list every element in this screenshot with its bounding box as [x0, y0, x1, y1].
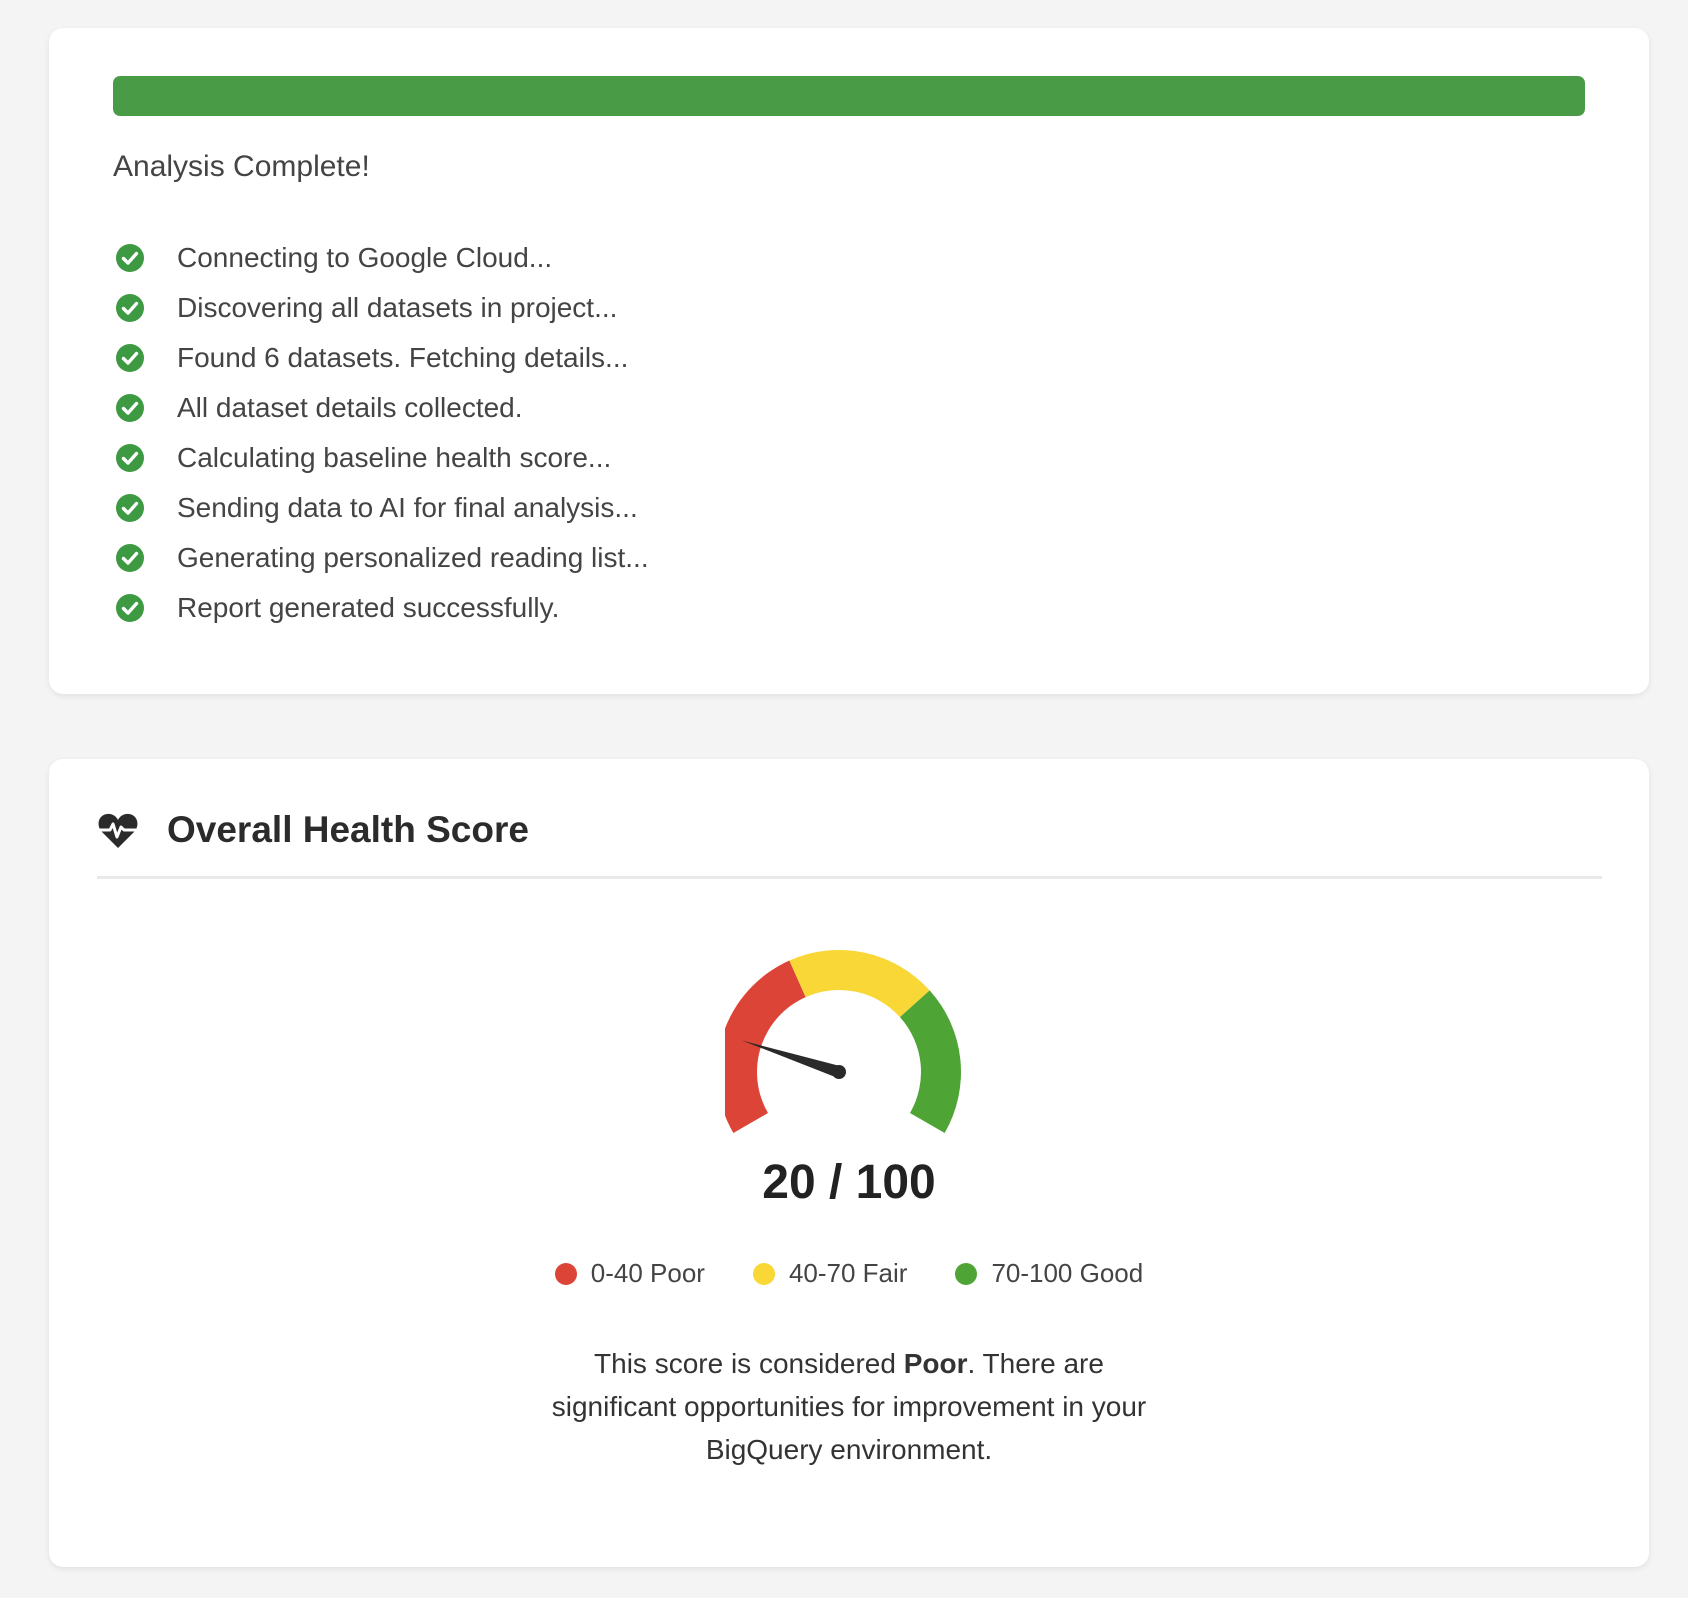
legend-color-dot	[554, 1262, 577, 1285]
legend-color-dot	[752, 1262, 775, 1285]
legend-label: 0-40 Poor	[590, 1258, 705, 1288]
analysis-step: Generating personalized reading list...	[115, 533, 649, 583]
analysis-step: Sending data to AI for final analysis...	[115, 483, 649, 533]
analysis-progress-card: Analysis Complete! Connecting to Google …	[49, 28, 1649, 694]
legend-label: 40-70 Fair	[788, 1258, 908, 1288]
analysis-step: Connecting to Google Cloud...	[115, 233, 649, 283]
health-score-summary: This score is considered Poor. There are…	[549, 1342, 1149, 1471]
analysis-step: Calculating baseline health score...	[115, 433, 649, 483]
check-circle-icon	[116, 594, 144, 622]
gauge-needle-hub	[832, 1065, 846, 1079]
legend-item: 0-40 Poor	[554, 1258, 705, 1289]
legend-item: 40-70 Fair	[752, 1258, 908, 1289]
analysis-step-label: Calculating baseline health score...	[177, 442, 612, 473]
analysis-step-label: All dataset details collected.	[177, 392, 523, 423]
analysis-step-label: Sending data to AI for final analysis...	[177, 492, 638, 523]
summary-prefix: This score is considered	[594, 1348, 904, 1379]
health-score-header: Overall Health Score	[97, 795, 1602, 879]
check-circle-icon	[116, 494, 144, 522]
health-score-value: 20 / 100	[762, 1156, 936, 1209]
progress-bar	[113, 76, 1585, 116]
analysis-step-label: Found 6 datasets. Fetching details...	[177, 342, 629, 373]
analysis-status-text: Analysis Complete!	[113, 150, 370, 183]
analysis-steps-list: Connecting to Google Cloud... Discovering…	[115, 233, 649, 633]
analysis-step: Discovering all datasets in project...	[115, 283, 649, 333]
health-score-card: Overall Health Score 20 / 100 0-40 Poor 4…	[49, 759, 1649, 1567]
legend-color-dot	[955, 1262, 978, 1285]
legend-item: 70-100 Good	[955, 1258, 1143, 1289]
analysis-step-label: Generating personalized reading list...	[177, 542, 649, 573]
analysis-step-label: Connecting to Google Cloud...	[177, 242, 553, 273]
heartbeat-icon	[98, 813, 138, 848]
check-circle-icon	[116, 294, 144, 322]
analysis-step: Report generated successfully.	[115, 583, 649, 633]
check-circle-icon	[116, 344, 144, 372]
analysis-step-label: Report generated successfully.	[177, 592, 560, 623]
summary-rating: Poor	[903, 1348, 968, 1379]
gauge-legend: 0-40 Poor 40-70 Fair 70-100 Good	[49, 1258, 1649, 1289]
legend-label: 70-100 Good	[991, 1258, 1144, 1288]
check-circle-icon	[116, 444, 144, 472]
analysis-step-label: Discovering all datasets in project...	[177, 292, 618, 323]
check-circle-icon	[116, 394, 144, 422]
analysis-step: Found 6 datasets. Fetching details...	[115, 333, 649, 383]
check-circle-icon	[116, 244, 144, 272]
health-score-title: Overall Health Score	[167, 809, 529, 850]
analysis-step: All dataset details collected.	[115, 383, 649, 433]
progress-bar-fill	[113, 76, 1585, 116]
gauge-band	[789, 950, 930, 1018]
check-circle-icon	[116, 544, 144, 572]
gauge-band	[899, 990, 961, 1133]
